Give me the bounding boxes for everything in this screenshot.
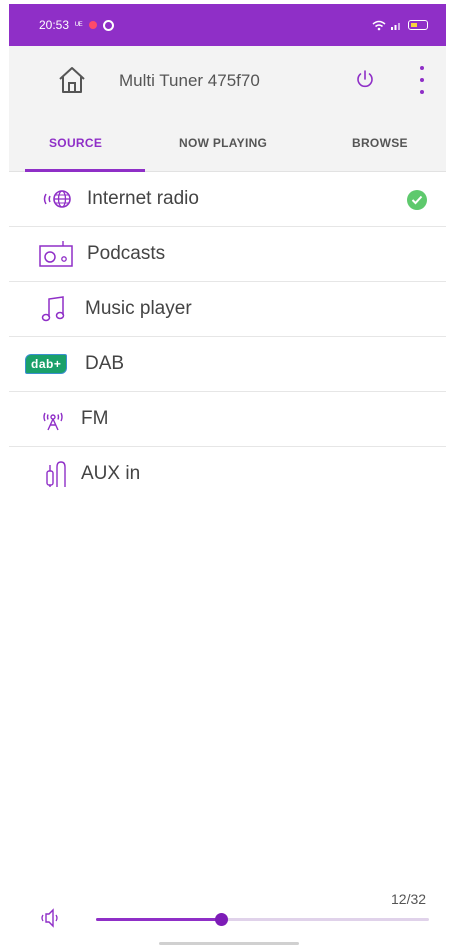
- home-icon[interactable]: [57, 66, 87, 94]
- device-title: Multi Tuner 475f70: [119, 71, 260, 90]
- selected-check-icon: [407, 190, 427, 210]
- volume-icon[interactable]: [37, 907, 65, 929]
- source-list: Internet radio Podcasts Music player dab…: [9, 172, 446, 502]
- source-dab[interactable]: dab+ DAB: [9, 337, 446, 392]
- volume-slider-fill: [96, 918, 221, 921]
- aux-cable-icon: [46, 461, 66, 487]
- source-label: Podcasts: [87, 243, 166, 264]
- music-note-icon: [41, 296, 65, 322]
- status-bar: 20:53 ᵁᴱ: [9, 4, 446, 46]
- tab-bar: SOURCE NOW PLAYING BROWSE: [9, 114, 446, 172]
- notification-dot-icon: [88, 21, 97, 29]
- podcasts-icon: [39, 241, 73, 267]
- carrier-label: ᵁᴱ: [75, 20, 83, 30]
- home-indicator: [159, 942, 299, 945]
- source-fm[interactable]: FM: [9, 392, 446, 447]
- source-label: Music player: [85, 298, 192, 319]
- tab-browse[interactable]: BROWSE: [352, 136, 408, 150]
- wifi-icon: [372, 20, 386, 30]
- dab-plus-icon: dab+: [25, 350, 81, 378]
- internet-radio-icon: [43, 190, 71, 208]
- source-label: AUX in: [81, 463, 141, 484]
- volume-slider-thumb[interactable]: [214, 913, 228, 926]
- phone-screen: 20:53 ᵁᴱ Multi Tuner 475f70 SOURCE NOW P…: [9, 0, 446, 949]
- source-podcasts[interactable]: Podcasts: [9, 227, 446, 282]
- more-dot: [420, 90, 424, 94]
- status-right: [372, 20, 428, 31]
- power-icon[interactable]: [354, 68, 376, 90]
- more-options-icon[interactable]: [417, 66, 427, 94]
- app-bar: Multi Tuner 475f70: [9, 46, 446, 114]
- source-label: Internet radio: [87, 188, 199, 209]
- source-internet-radio[interactable]: Internet radio: [9, 172, 446, 227]
- volume-readout: 12/32: [391, 891, 427, 907]
- volume-slider[interactable]: [96, 913, 429, 926]
- battery-icon: [408, 20, 428, 30]
- signal-icon: [391, 23, 400, 30]
- status-time: 20:53: [39, 18, 70, 32]
- source-label: DAB: [85, 353, 125, 374]
- dab-logo-text: dab+: [25, 354, 68, 374]
- source-label: FM: [81, 408, 109, 429]
- tab-now-playing[interactable]: NOW PLAYING: [179, 136, 267, 150]
- more-dot: [420, 78, 424, 82]
- app-notification-icon: [102, 19, 114, 31]
- fm-antenna-icon: [43, 412, 63, 431]
- status-left: 20:53 ᵁᴱ: [39, 18, 114, 32]
- source-aux-in[interactable]: AUX in: [9, 447, 446, 502]
- more-dot: [420, 66, 424, 70]
- tab-source[interactable]: SOURCE: [49, 136, 102, 150]
- source-music-player[interactable]: Music player: [9, 282, 446, 337]
